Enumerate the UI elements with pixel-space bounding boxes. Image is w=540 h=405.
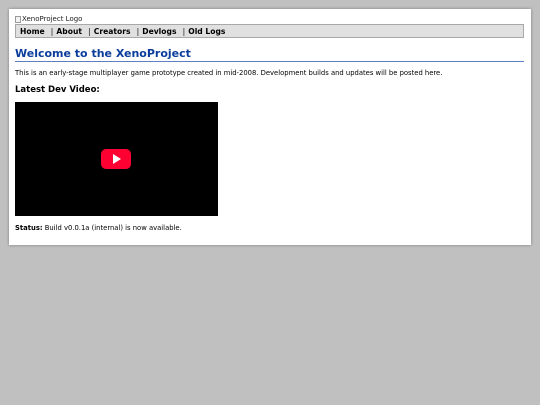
play-icon[interactable] xyxy=(101,149,131,169)
page-container: XenoProject Logo Home | About | Creators… xyxy=(9,9,531,245)
nav-item-about[interactable]: About xyxy=(56,27,82,36)
broken-image-icon xyxy=(15,15,21,23)
page-title: Welcome to the XenoProject xyxy=(15,47,524,62)
site-logo: XenoProject Logo xyxy=(15,15,82,23)
play-triangle-icon xyxy=(113,154,121,164)
status-label: Status: xyxy=(15,224,43,232)
logo-alt-text: XenoProject Logo xyxy=(22,15,83,23)
nav-item-devlogs[interactable]: Devlogs xyxy=(142,27,176,36)
video-player[interactable] xyxy=(15,102,218,216)
video-heading: Latest Dev Video: xyxy=(15,85,100,95)
nav-separator: | xyxy=(182,26,186,36)
nav-separator: | xyxy=(88,26,91,36)
nav-separator: | xyxy=(50,26,54,36)
status-line: Status: Build v0.0.1a (internal) is now … xyxy=(15,224,182,232)
intro-text: This is an early-stage multiplayer game … xyxy=(15,69,443,77)
nav-separator: | xyxy=(136,26,140,36)
nav-bar: Home | About | Creators | Devlogs | Old … xyxy=(15,24,524,38)
nav-item-creators[interactable]: Creators xyxy=(94,27,131,36)
nav-item-old-logs[interactable]: Old Logs xyxy=(188,27,225,36)
status-text: Build v0.0.1a (internal) is now availabl… xyxy=(42,224,182,232)
nav-item-home[interactable]: Home xyxy=(20,27,45,36)
